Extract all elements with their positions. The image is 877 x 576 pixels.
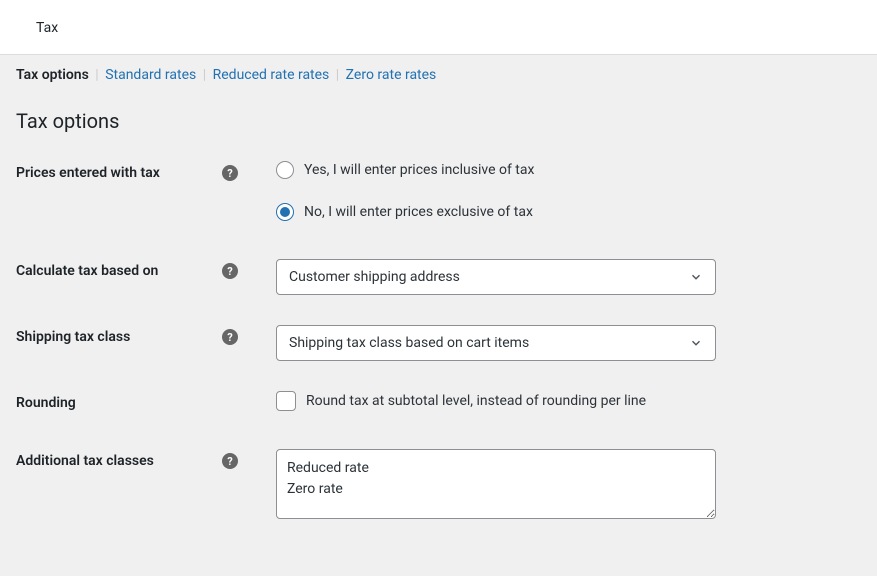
label-col: Prices entered with tax ?: [16, 161, 248, 181]
tab-separator: |: [336, 67, 343, 83]
field-col: Customer shipping address: [248, 259, 861, 295]
select-value: Customer shipping address: [289, 269, 460, 285]
label-col: Rounding: [16, 391, 248, 411]
label-prices-entered: Prices entered with tax: [16, 165, 160, 181]
select-calc-based-on[interactable]: Customer shipping address: [276, 259, 716, 295]
radio-input[interactable]: [276, 161, 294, 179]
content: Tax options Prices entered with tax ? Ye…: [0, 109, 877, 559]
label-calc-based-on: Calculate tax based on: [16, 263, 158, 279]
help-icon[interactable]: ?: [222, 453, 238, 469]
chevron-down-icon: [689, 336, 703, 350]
checkbox-label: Round tax at subtotal level, instead of …: [306, 393, 646, 409]
select-shipping-tax-class[interactable]: Shipping tax class based on cart items: [276, 325, 716, 361]
row-prices-entered: Prices entered with tax ? Yes, I will en…: [16, 161, 861, 221]
label-shipping-tax-class: Shipping tax class: [16, 329, 130, 345]
section-heading: Tax options: [16, 109, 861, 133]
tab-reduced-rate-rates[interactable]: Reduced rate rates: [213, 67, 330, 83]
row-rounding: Rounding Round tax at subtotal level, in…: [16, 391, 861, 411]
field-col: Yes, I will enter prices inclusive of ta…: [248, 161, 861, 221]
tab-zero-rate-rates[interactable]: Zero rate rates: [346, 67, 437, 83]
radio-label: No, I will enter prices exclusive of tax: [304, 204, 533, 220]
tab-separator: |: [95, 67, 102, 83]
radio-prices-inclusive[interactable]: Yes, I will enter prices inclusive of ta…: [276, 161, 861, 179]
label-col: Calculate tax based on ?: [16, 259, 248, 279]
textarea-additional-classes[interactable]: [276, 449, 716, 519]
tab-separator: |: [203, 67, 210, 83]
label-col: Shipping tax class ?: [16, 325, 248, 345]
header-title: Tax: [36, 20, 58, 36]
checkbox-input[interactable]: [276, 391, 296, 411]
label-rounding: Rounding: [16, 395, 76, 411]
row-shipping-tax-class: Shipping tax class ? Shipping tax class …: [16, 325, 861, 361]
radio-prices-exclusive[interactable]: No, I will enter prices exclusive of tax: [276, 203, 861, 221]
tab-standard-rates[interactable]: Standard rates: [105, 67, 196, 83]
field-col: [248, 449, 861, 523]
label-additional-classes: Additional tax classes: [16, 453, 154, 469]
checkbox-rounding[interactable]: Round tax at subtotal level, instead of …: [276, 391, 861, 411]
row-calc-based-on: Calculate tax based on ? Customer shippi…: [16, 259, 861, 295]
select-value: Shipping tax class based on cart items: [289, 335, 529, 351]
page-header: Tax: [0, 0, 877, 54]
radio-label: Yes, I will enter prices inclusive of ta…: [304, 162, 534, 178]
tab-tax-options[interactable]: Tax options: [16, 67, 89, 83]
row-additional-classes: Additional tax classes ?: [16, 449, 861, 523]
label-col: Additional tax classes ?: [16, 449, 248, 469]
help-icon[interactable]: ?: [222, 165, 238, 181]
chevron-down-icon: [689, 270, 703, 284]
help-icon[interactable]: ?: [222, 263, 238, 279]
field-col: Round tax at subtotal level, instead of …: [248, 391, 861, 411]
subtabs: Tax options | Standard rates | Reduced r…: [0, 54, 877, 91]
help-icon[interactable]: ?: [222, 329, 238, 345]
field-col: Shipping tax class based on cart items: [248, 325, 861, 361]
radio-input[interactable]: [276, 203, 294, 221]
